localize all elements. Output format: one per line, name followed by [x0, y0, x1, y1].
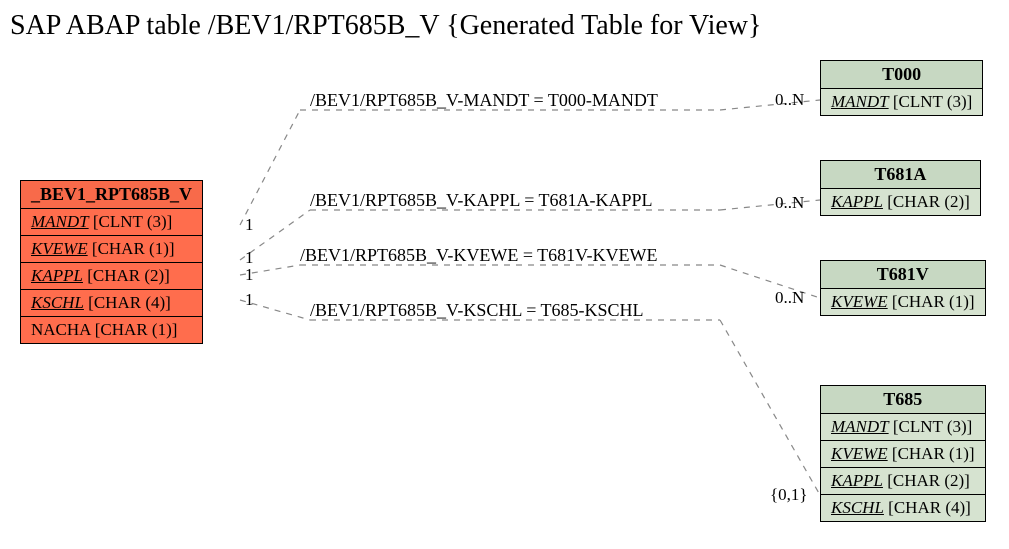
cardinality-left: 1	[245, 290, 254, 310]
cardinality-left: 1	[245, 215, 254, 235]
cardinality-right: 0..N	[775, 90, 804, 110]
main-field: KAPPL [CHAR (2)]	[21, 263, 203, 290]
main-field: KVEWE [CHAR (1)]	[21, 236, 203, 263]
cardinality-right: {0,1}	[770, 485, 808, 505]
cardinality-right: 0..N	[775, 193, 804, 213]
ref-table-header: T681V	[821, 261, 986, 289]
main-field: KSCHL [CHAR (4)]	[21, 290, 203, 317]
ref-field: KAPPL [CHAR (2)]	[821, 468, 986, 495]
relation-label: /BEV1/RPT685B_V-KVEWE = T681V-KVEWE	[300, 245, 657, 266]
relation-label: /BEV1/RPT685B_V-KSCHL = T685-KSCHL	[310, 300, 644, 321]
ref-table-t681a: T681A KAPPL [CHAR (2)]	[820, 160, 981, 216]
ref-field: KAPPL [CHAR (2)]	[821, 189, 981, 216]
ref-table-header: T000	[821, 61, 983, 89]
main-field: NACHA [CHAR (1)]	[21, 317, 203, 344]
cardinality-right: 0..N	[775, 288, 804, 308]
ref-table-header: T681A	[821, 161, 981, 189]
ref-field: MANDT [CLNT (3)]	[821, 89, 983, 116]
ref-table-header: T685	[821, 386, 986, 414]
relation-label: /BEV1/RPT685B_V-KAPPL = T681A-KAPPL	[310, 190, 653, 211]
ref-field: MANDT [CLNT (3)]	[821, 414, 986, 441]
ref-table-t000: T000 MANDT [CLNT (3)]	[820, 60, 983, 116]
page-title: SAP ABAP table /BEV1/RPT685B_V {Generate…	[10, 10, 761, 42]
ref-field: KSCHL [CHAR (4)]	[821, 495, 986, 522]
relation-label: /BEV1/RPT685B_V-MANDT = T000-MANDT	[310, 90, 658, 111]
main-entity-table: _BEV1_RPT685B_V MANDT [CLNT (3)] KVEWE […	[20, 180, 203, 344]
ref-table-t681v: T681V KVEWE [CHAR (1)]	[820, 260, 986, 316]
cardinality-left: 1	[245, 265, 254, 285]
main-entity-header: _BEV1_RPT685B_V	[21, 181, 203, 209]
main-field: MANDT [CLNT (3)]	[21, 209, 203, 236]
ref-table-t685: T685 MANDT [CLNT (3)] KVEWE [CHAR (1)] K…	[820, 385, 986, 522]
ref-field: KVEWE [CHAR (1)]	[821, 289, 986, 316]
ref-field: KVEWE [CHAR (1)]	[821, 441, 986, 468]
